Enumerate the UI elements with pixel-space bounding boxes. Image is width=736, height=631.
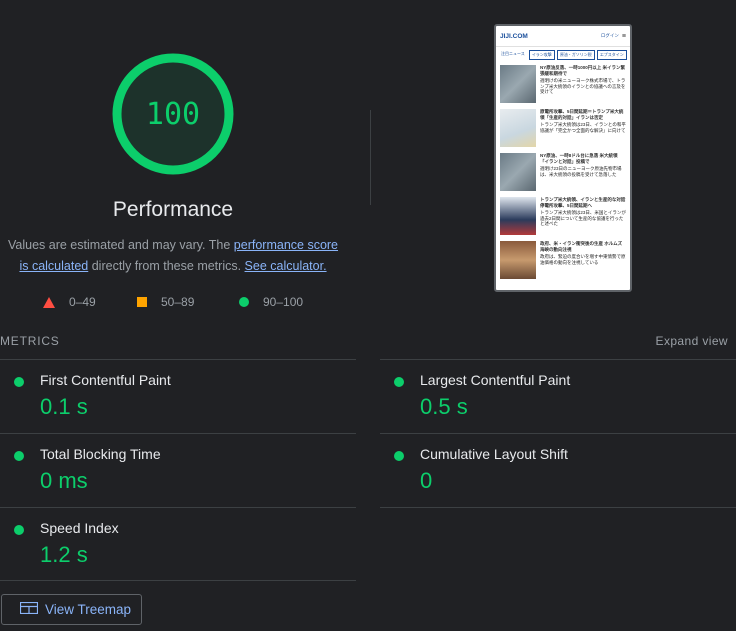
news-item: 政府、米・イラン衝突後の生産 ホルムズ海峡の動向注視 政府は、緊迫の度合いを増す中… [496, 239, 630, 283]
is-calculated-link[interactable]: is calculated [19, 259, 88, 273]
legend-fail: 0–49 [43, 295, 96, 309]
divider [370, 110, 371, 205]
news-item: NY原油反落、一時1000円以上 米イラン緊張緩和期待で 週明けの米ニューヨーク株… [496, 63, 630, 107]
news-item: トランプ米大統領、イランと生産的な対話 停電所攻撃、5日間延期へ トランプ米大統領… [496, 195, 630, 239]
news-thumbnail [500, 153, 536, 191]
pass-circle-icon [394, 451, 404, 461]
divider [380, 433, 736, 434]
divider [380, 507, 736, 508]
pass-circle-icon [394, 377, 404, 387]
pass-circle-icon [14, 377, 24, 387]
treemap-icon [19, 601, 39, 617]
performance-score-link[interactable]: performance score [234, 238, 338, 252]
legend-average: 50–89 [137, 295, 194, 309]
divider [0, 433, 356, 434]
divider [0, 580, 356, 581]
circle-icon [239, 297, 249, 307]
divider [0, 359, 356, 360]
pass-circle-icon [14, 451, 24, 461]
metrics-heading: METRICS [0, 334, 60, 348]
see-calculator-link[interactable]: See calculator. [245, 259, 327, 273]
view-treemap-button[interactable]: View Treemap [1, 594, 142, 625]
divider [380, 359, 736, 360]
news-thumbnail [500, 197, 536, 235]
news-thumbnail [500, 109, 536, 147]
news-item: 原電所攻撃、5日間延期＝トランプ米大統領「生産的対話」イランは否定 トランプ米大統… [496, 107, 630, 151]
news-item: NY原油、一時8ドル台に急落 米大統領「イランと対話」投稿で 週明け23日のニュー… [496, 151, 630, 195]
performance-score: 100 [145, 96, 201, 132]
legend-pass: 90–100 [239, 295, 303, 309]
square-icon [137, 297, 147, 307]
screenshot-tags: 注目ニュース イラン攻撃 原油・ガソリン税 エプスタイン [496, 47, 630, 63]
hamburger-icon: ≡ [621, 32, 626, 40]
final-screenshot[interactable]: JIJI.COM ログイン ≡ 注目ニュース イラン攻撃 原油・ガソリン税 エプ… [494, 24, 632, 292]
pass-circle-icon [14, 525, 24, 535]
divider [0, 507, 356, 508]
login-link: ログイン [600, 33, 619, 38]
site-logo: JIJI.COM [500, 32, 528, 40]
expand-view-toggle[interactable]: Expand view [656, 334, 728, 348]
score-description: Values are estimated and may vary. The p… [7, 238, 339, 273]
news-thumbnail [500, 65, 536, 103]
triangle-icon [43, 296, 55, 308]
news-thumbnail [500, 241, 536, 279]
screenshot-header: JIJI.COM ログイン ≡ [496, 26, 630, 47]
category-title: Performance [112, 198, 234, 221]
